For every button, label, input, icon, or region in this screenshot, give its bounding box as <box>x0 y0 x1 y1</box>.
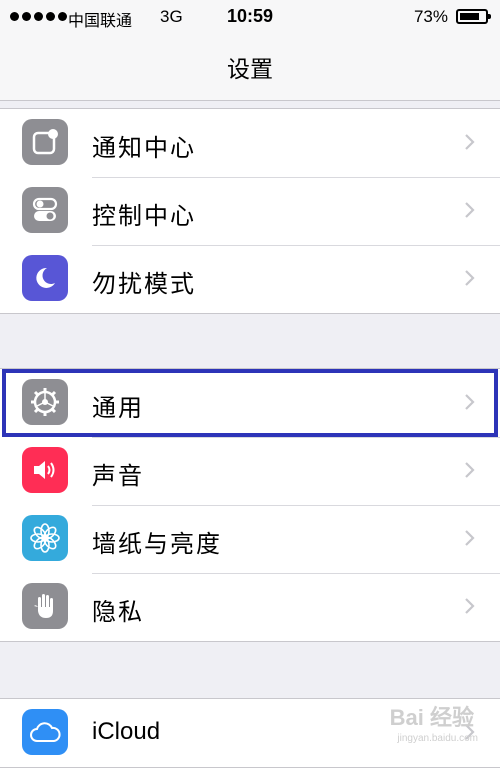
chevron-right-icon <box>460 201 478 219</box>
signal-strength-icon <box>10 12 67 21</box>
watermark-url: jingyan.baidu.com <box>397 733 478 744</box>
row-label: 勿扰模式 <box>92 270 196 298</box>
moon-icon <box>22 255 68 301</box>
notification-center-icon <box>22 119 68 165</box>
chevron-right-icon <box>460 393 478 411</box>
row-label: 通用 <box>92 394 144 422</box>
network-type: 3G <box>160 7 183 26</box>
chevron-right-icon <box>460 461 478 479</box>
row-label: iCloud <box>92 718 161 745</box>
chevron-right-icon <box>460 133 478 151</box>
settings-row-wallpaper-brightness[interactable]: 墙纸与亮度 <box>0 505 500 573</box>
battery-icon <box>456 9 491 24</box>
speaker-icon <box>22 447 68 493</box>
row-label: 声音 <box>92 462 144 490</box>
row-label: 控制中心 <box>92 202 196 230</box>
control-center-icon <box>22 187 68 233</box>
settings-row-sounds[interactable]: 声音 <box>0 437 500 505</box>
settings-row-privacy[interactable]: 隐私 <box>0 573 500 641</box>
battery-percentage: 73% <box>413 7 448 26</box>
settings-row-control-center[interactable]: 控制中心 <box>0 177 500 245</box>
row-label: 隐私 <box>92 598 144 626</box>
cloud-icon <box>22 709 68 755</box>
hand-icon <box>22 583 68 629</box>
gear-icon <box>22 379 68 425</box>
chevron-right-icon <box>460 529 478 547</box>
settings-group-2: 通用 声音 墙纸与亮度 隐私 <box>0 368 500 642</box>
settings-row-notification-center[interactable]: 通知中心 <box>0 109 500 177</box>
row-label: 墙纸与亮度 <box>92 530 222 558</box>
row-label: 通知中心 <box>92 134 196 162</box>
carrier-name: 中国联通 <box>68 11 133 30</box>
navigation-bar: 设置 <box>0 34 500 101</box>
flower-icon <box>22 515 68 561</box>
status-bar: 中国联通 3G 10:59 73% <box>0 0 500 34</box>
settings-row-do-not-disturb[interactable]: 勿扰模式 <box>0 245 500 313</box>
chevron-right-icon <box>460 269 478 287</box>
chevron-right-icon <box>460 597 478 615</box>
settings-row-general[interactable]: 通用 <box>0 369 500 437</box>
watermark: Bai 经验 <box>389 705 474 730</box>
settings-group-1: 通知中心 控制中心 勿扰模式 <box>0 108 500 314</box>
page-title: 设置 <box>227 57 273 83</box>
